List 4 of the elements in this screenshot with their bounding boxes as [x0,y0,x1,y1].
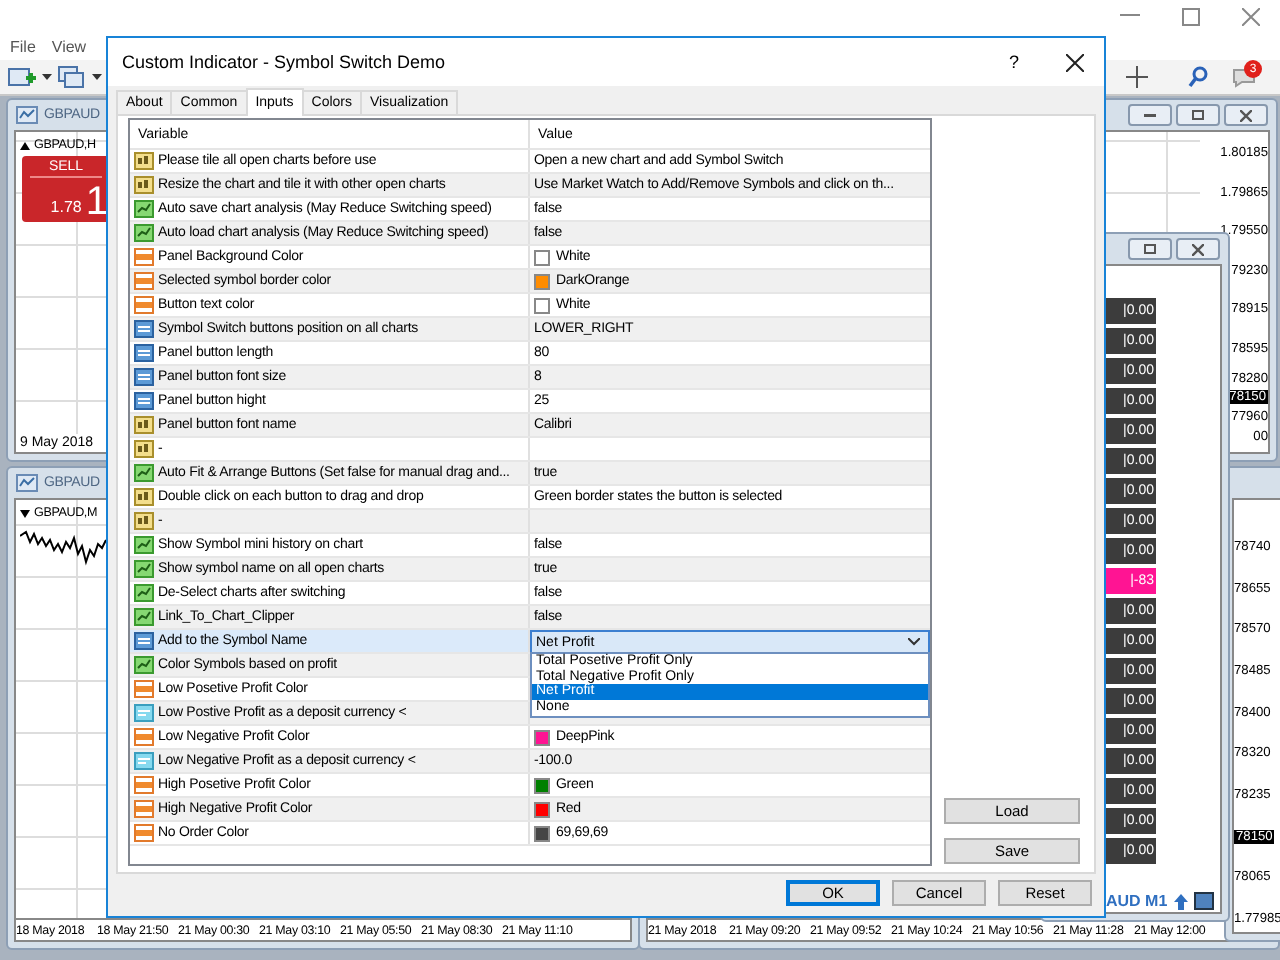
dialog-title: Custom Indicator - Symbol Switch Demo [122,52,446,72]
price-digit: 1 [85,182,108,222]
price-text: 1.78 [50,198,82,216]
symbol-label: AUD M1 [1106,892,1168,910]
